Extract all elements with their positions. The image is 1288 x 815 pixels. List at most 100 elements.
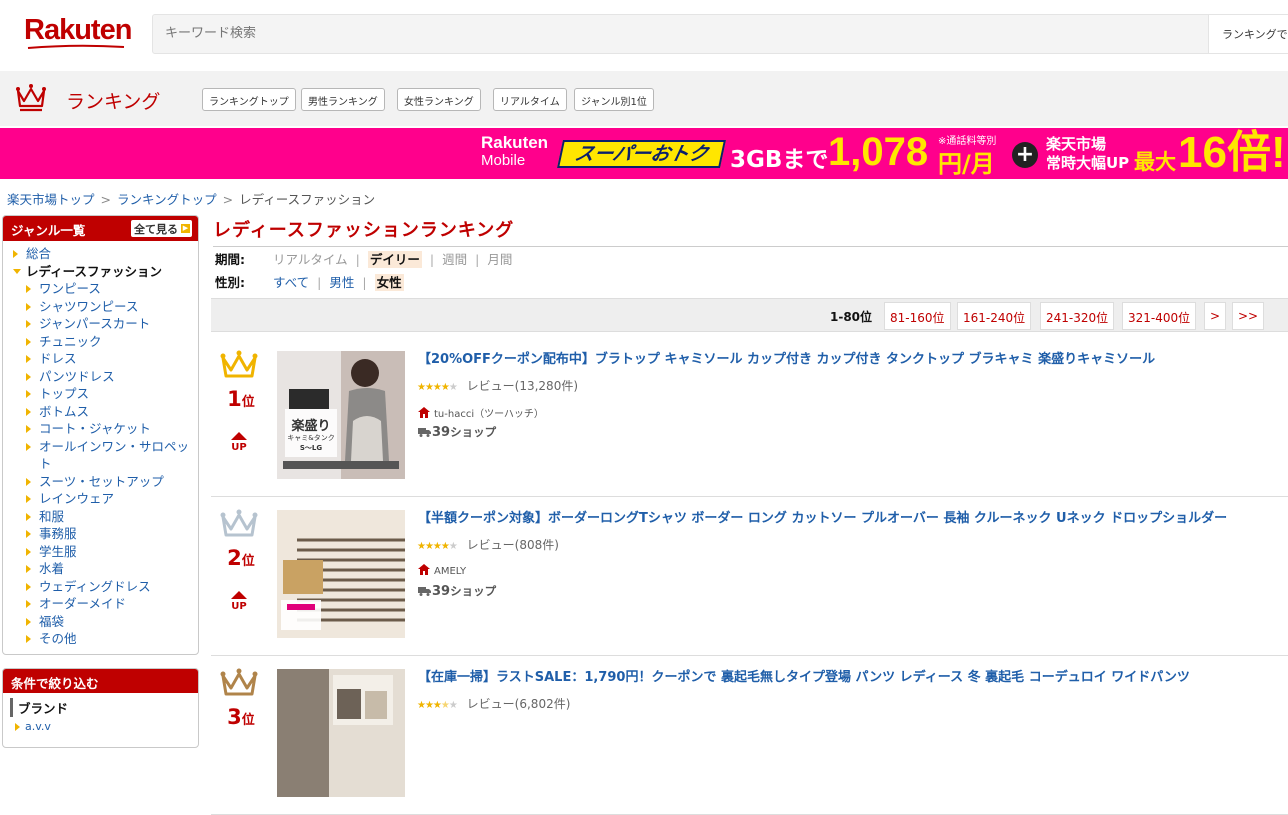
triangle-right-icon xyxy=(26,302,31,311)
triangle-right-icon xyxy=(26,617,31,626)
nav-ranking-top-button[interactable]: ランキングトップ xyxy=(202,88,296,111)
sidebar-genre-item[interactable]: スーツ・セットアップ xyxy=(11,473,198,491)
period-option: 週間 xyxy=(442,252,468,267)
sidebar-genre-item[interactable]: 事務服 xyxy=(11,525,198,543)
filter-sidebar-head: 条件で絞り込む xyxy=(3,669,198,693)
brand-filter-item[interactable]: a.v.v xyxy=(13,720,198,733)
sidebar-genre-label: オーダーメイド xyxy=(39,596,127,611)
ship-label: ショップ xyxy=(450,584,497,598)
sidebar-genre-item[interactable]: シャツワンピース xyxy=(11,298,198,316)
shop-link[interactable]: tu-hacci（ツーハッチ） xyxy=(418,405,544,420)
review-count-link[interactable]: レビュー(13,280件) xyxy=(467,379,578,393)
sidebar-genre-item[interactable]: レインウェア xyxy=(11,490,198,508)
review-count-link[interactable]: レビュー(6,802件) xyxy=(467,697,571,711)
sidebar-genre-item[interactable]: ウェディングドレス xyxy=(11,578,198,596)
pager-next-button[interactable]: > xyxy=(1204,302,1227,330)
sidebar-genre-item[interactable]: チュニック xyxy=(11,333,198,351)
rank-number: 1位 xyxy=(223,387,259,411)
gender-option[interactable]: 男性 xyxy=(329,275,354,290)
triangle-right-icon xyxy=(26,530,31,538)
review-count-link[interactable]: レビュー(808件) xyxy=(467,538,559,552)
sidebar-genre-item[interactable]: 水着 xyxy=(11,560,198,578)
sidebar-genre-item[interactable]: ジャンパースカート xyxy=(11,315,198,333)
shipping-info: 39ショップ xyxy=(418,424,496,440)
banner-gb: 3GBまで xyxy=(730,147,829,173)
sidebar-genre-item[interactable]: 福袋 xyxy=(11,613,198,631)
product-image xyxy=(277,669,405,797)
gender-option: 女性 xyxy=(374,274,404,291)
rating: ★★★★★ レビュー(13,280件) xyxy=(417,377,578,394)
breadcrumb-ranking-top[interactable]: ランキングトップ xyxy=(117,192,217,207)
product-title-link[interactable]: 【20%OFFクーポン配布中】ブラトップ キャミソール カップ付き カップ付き … xyxy=(418,348,1238,367)
promo-banner[interactable]: Rakuten Mobile スーパーおトク 3GBまで 1,078 ※通話料等… xyxy=(0,128,1288,179)
genre-list: 総合 レディースファッション ワンピース シャツワンピース ジャンパースカート チュニック… xyxy=(3,241,198,648)
sidebar-genre-label: 和服 xyxy=(39,508,65,524)
breadcrumb-market-top[interactable]: 楽天市場トップ xyxy=(7,192,95,207)
sidebar-genre-label: 事務服 xyxy=(39,526,77,541)
rakuten-logo[interactable]: Rakuten xyxy=(24,14,132,47)
banner-price: 1,078 xyxy=(828,130,929,174)
ranking-title: ランキング xyxy=(66,91,161,113)
nav-women-ranking-button[interactable]: 女性ランキング xyxy=(397,88,481,111)
filter-separator: | xyxy=(475,252,480,267)
product-thumbnail[interactable] xyxy=(277,669,405,797)
nav-genre-first-button[interactable]: ジャンル別1位 xyxy=(574,88,654,111)
sidebar-genre-item[interactable]: 学生服 xyxy=(11,543,198,561)
see-all-button[interactable]: 全て見る ▶ xyxy=(131,220,192,237)
search-scope-select[interactable]: ランキングで xyxy=(1208,14,1288,54)
sidebar-genre-item[interactable]: ボトムス xyxy=(11,403,198,421)
period-option: リアルタイム xyxy=(273,252,348,267)
sidebar-genre-item[interactable]: オーダーメイド xyxy=(11,595,198,613)
genre-sidebar-title: ジャンル一覧 xyxy=(11,223,86,238)
thumb-text-main: 楽盛り xyxy=(291,419,331,434)
star-icons: ★★★ xyxy=(417,700,442,711)
filter-sidebar: 条件で絞り込む ブランド a.v.v xyxy=(2,668,199,748)
sidebar-genre-item[interactable]: コート・ジャケット xyxy=(11,420,198,438)
pager-page-321-400[interactable]: 321-400位 xyxy=(1122,302,1197,330)
banner-market-line2: 常時大幅UP xyxy=(1046,154,1130,172)
rank-suffix: 位 xyxy=(241,395,255,410)
sidebar-genre-item[interactable]: 総合 xyxy=(11,245,198,263)
sidebar-genre-label: チュニック xyxy=(39,333,102,349)
shipping-info: 39ショップ xyxy=(418,583,496,599)
sidebar-genre-label: スーツ・セットアップ xyxy=(39,473,164,489)
sidebar-genre-item[interactable]: オールインワン・サロペット xyxy=(11,438,198,473)
triangle-right-icon xyxy=(26,442,31,451)
filter-separator: | xyxy=(355,252,360,267)
shop-name: AMELY xyxy=(434,566,467,577)
gender-filter: 性別: すべて | 男性 | 女性 xyxy=(215,272,404,291)
triangle-right-icon xyxy=(13,250,18,258)
pager-page-81-160[interactable]: 81-160位 xyxy=(884,302,951,330)
banner-brand-top: Rakuten xyxy=(481,133,549,152)
product-thumbnail[interactable] xyxy=(277,510,405,638)
filter-separator: | xyxy=(317,275,322,290)
sidebar-genre-item[interactable]: その他 xyxy=(11,630,198,648)
rank-up-badge: UP xyxy=(228,432,250,453)
shop-link[interactable]: AMELY xyxy=(418,564,466,577)
gender-option[interactable]: すべて xyxy=(273,275,309,290)
sidebar-genre-label: シャツワンピース xyxy=(39,298,139,314)
sidebar-genre-label: レインウェア xyxy=(39,491,115,506)
pager-page-161-240[interactable]: 161-240位 xyxy=(957,302,1032,330)
search-input[interactable] xyxy=(165,26,765,41)
pager-last-button[interactable]: >> xyxy=(1232,302,1265,330)
sidebar-genre-item[interactable]: ドレス xyxy=(11,350,198,368)
product-title-link[interactable]: 【半額クーポン対象】ボーダーロングTシャツ ボーダー ロング カットソー プルオ… xyxy=(418,507,1238,526)
banner-times: 16倍! xyxy=(1178,128,1286,177)
sidebar-genre-item[interactable]: パンツドレス xyxy=(11,368,198,386)
sidebar-genre-item[interactable]: トップス xyxy=(11,385,198,403)
triangle-down-icon xyxy=(13,268,21,274)
search-box[interactable] xyxy=(152,14,1212,54)
rank-up-label: UP xyxy=(231,601,247,612)
sidebar-genre-item[interactable]: 和服 xyxy=(11,508,198,526)
sidebar-genre-label: パンツドレス xyxy=(39,368,115,384)
product-title-link[interactable]: 【在庫一掃】ラストSALE：1,790円！クーポンで 裏起毛無しタイプ登場 パン… xyxy=(418,666,1238,685)
triangle-right-icon xyxy=(26,425,31,433)
triangle-right-icon xyxy=(26,390,31,398)
nav-men-ranking-button[interactable]: 男性ランキング xyxy=(301,88,385,111)
nav-realtime-button[interactable]: リアルタイム xyxy=(493,88,567,111)
sidebar-genre-item[interactable]: ワンピース xyxy=(11,280,198,298)
pager-page-241-320[interactable]: 241-320位 xyxy=(1040,302,1115,330)
ship-threshold: 39 xyxy=(432,425,451,440)
product-thumbnail[interactable]: 楽盛り キャミ&タンク S～LG xyxy=(277,351,405,479)
